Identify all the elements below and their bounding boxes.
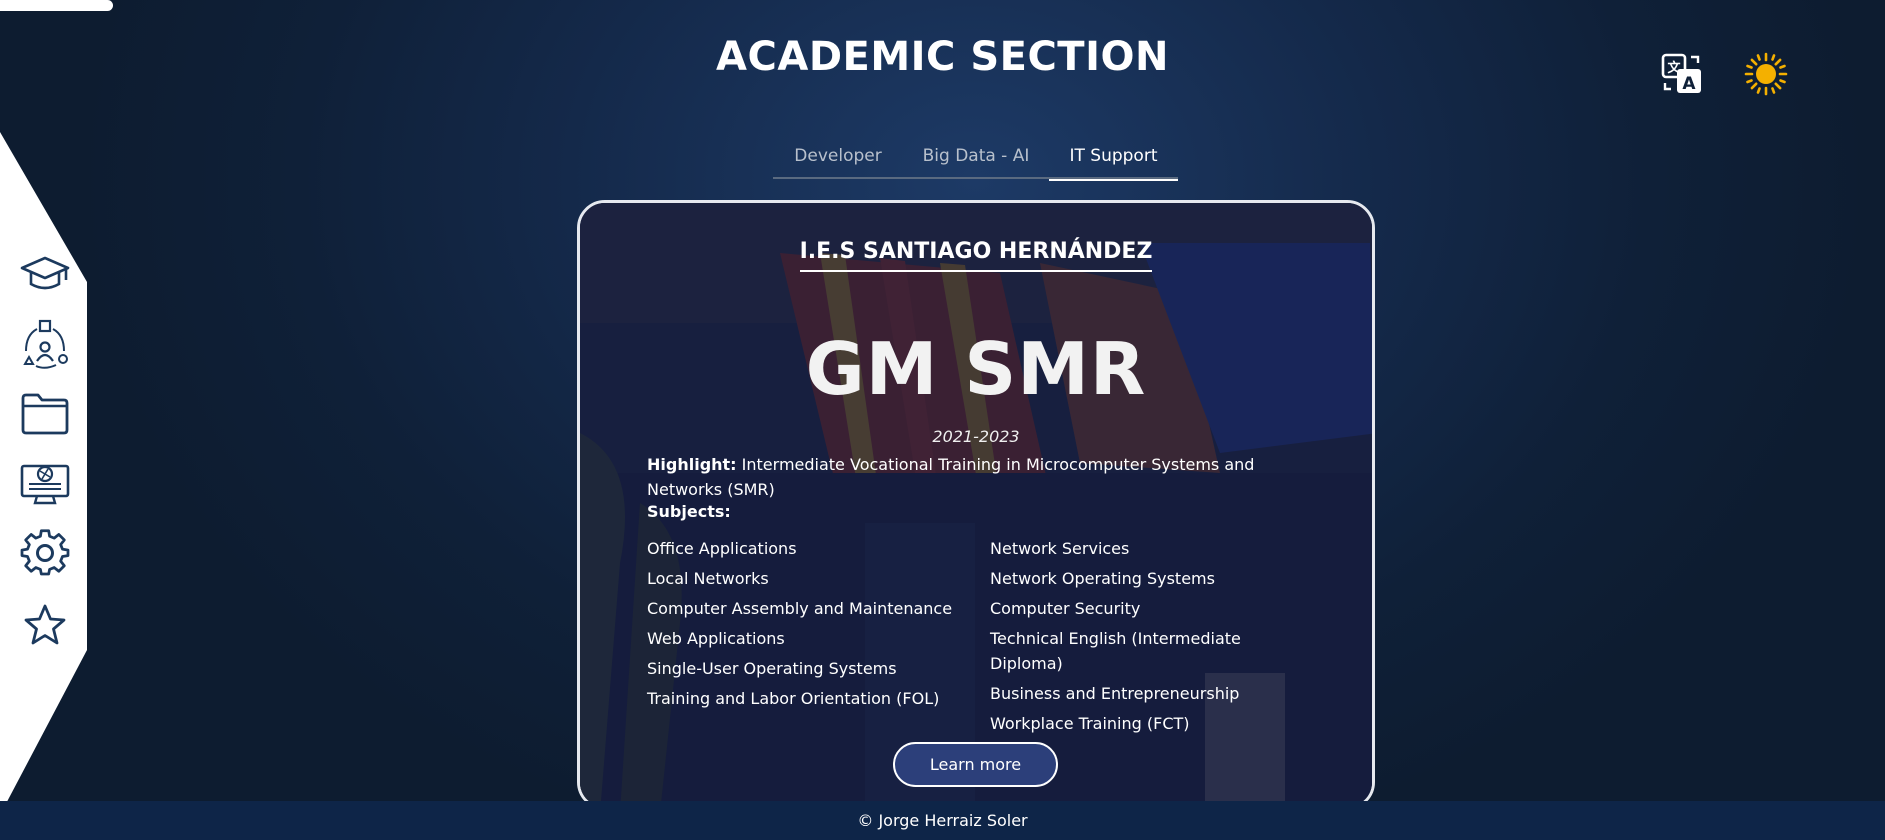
team-network-icon — [23, 319, 68, 369]
learn-more-button[interactable]: Learn more — [893, 742, 1058, 787]
degree-years: 2021-2023 — [932, 427, 1020, 446]
svg-text:A: A — [1682, 74, 1696, 94]
subject-item: Network Services — [990, 539, 1130, 558]
school-name: I.E.S SANTIAGO HERNÁNDEZ — [580, 239, 1372, 272]
sidebar-nav — [0, 132, 87, 815]
highlight-text: Intermediate Vocational Training in Micr… — [647, 455, 1255, 499]
sun-icon — [1744, 52, 1788, 96]
subject-item: Computer Security — [990, 599, 1141, 618]
computer-monitor-icon — [20, 464, 70, 505]
subject-item: Workplace Training (FCT) — [990, 714, 1190, 733]
footer: © Jorge Herraiz Soler — [0, 801, 1885, 840]
sidebar-item-favorites[interactable] — [18, 600, 72, 648]
subject-item: Technical English (Intermediate Diploma) — [990, 629, 1241, 673]
degree-title: GM SMR — [805, 327, 1147, 411]
svg-text:文: 文 — [1667, 60, 1681, 76]
star-icon — [24, 604, 66, 645]
gear-icon — [20, 529, 70, 576]
top-toolbar: 文 A — [1660, 52, 1788, 96]
scroll-progress-bar — [0, 0, 113, 11]
subject-item: Training and Labor Orientation (FOL) — [647, 689, 940, 708]
sidebar-item-portfolio[interactable] — [18, 460, 72, 508]
page-title: ACADEMIC SECTION — [716, 34, 1169, 80]
sidebar-item-education[interactable] — [18, 250, 72, 298]
sidebar-item-projects[interactable] — [18, 390, 72, 438]
subject-item: Local Networks — [647, 569, 769, 588]
highlight-paragraph: Highlight: Intermediate Vocational Train… — [647, 452, 1277, 502]
subjects-list: Office Applications Local Networks Compu… — [647, 536, 1277, 736]
subject-item: Single-User Operating Systems — [647, 659, 897, 678]
academic-card: I.E.S SANTIAGO HERNÁNDEZ GM SMR 2021-202… — [577, 200, 1375, 810]
tab-developer[interactable]: Developer — [773, 133, 903, 179]
graduation-cap-icon — [20, 256, 70, 290]
footer-copyright: © Jorge Herraiz Soler — [857, 811, 1028, 830]
translate-icon: 文 A — [1661, 53, 1701, 94]
subject-item: Business and Entrepreneurship — [990, 684, 1240, 703]
theme-toggle-button[interactable] — [1744, 52, 1788, 96]
subjects-column-left: Office Applications Local Networks Compu… — [647, 536, 990, 736]
subjects-label: Subjects: — [647, 502, 731, 521]
subject-item: Office Applications — [647, 539, 797, 558]
tab-it-support[interactable]: IT Support — [1049, 133, 1178, 181]
sidebar-item-skills[interactable] — [18, 529, 72, 578]
sidebar-item-experience[interactable] — [18, 319, 72, 369]
subject-item: Web Applications — [647, 629, 785, 648]
academic-tabs: Developer Big Data - AI IT Support — [773, 133, 1178, 181]
subjects-column-right: Network Services Network Operating Syste… — [990, 536, 1277, 736]
subject-item: Computer Assembly and Maintenance — [647, 599, 953, 618]
subject-item: Network Operating Systems — [990, 569, 1215, 588]
highlight-label: Highlight: — [647, 455, 737, 474]
tab-big-data-ai[interactable]: Big Data - AI — [903, 133, 1049, 179]
folder-icon — [21, 393, 69, 435]
translate-button[interactable]: 文 A — [1660, 52, 1704, 96]
